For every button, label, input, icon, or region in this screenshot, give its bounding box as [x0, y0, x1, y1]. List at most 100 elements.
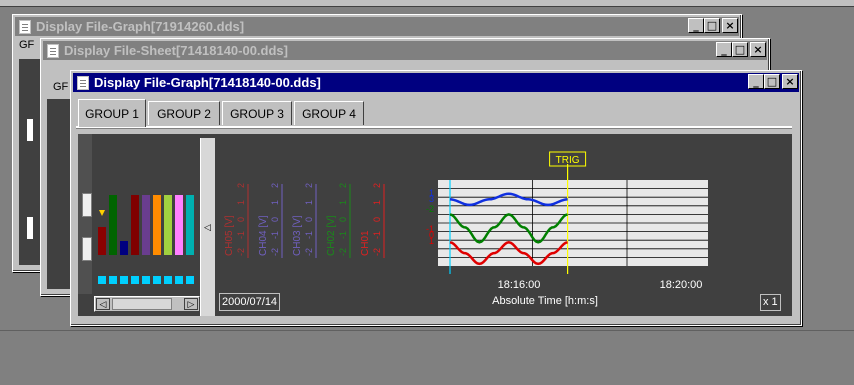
meter-bar [153, 195, 161, 255]
meter-indicator [175, 276, 183, 284]
channel-tick: 0 [236, 217, 246, 222]
window-back-scroll-handle[interactable] [27, 217, 33, 239]
window-middle-title: Display File-Sheet[71418140-00.dds] [64, 43, 288, 58]
channel-tick: 1 [338, 200, 348, 205]
window-back-tab[interactable]: GF [19, 39, 34, 51]
meter-bar [186, 195, 194, 255]
channel-tick: 1 [270, 200, 280, 205]
meter-bar [175, 195, 183, 255]
meter-indicator [164, 276, 172, 284]
splitter-arrow-icon: ◁ [204, 222, 211, 232]
channel-scale: CH01 -2 -1 0 1 2 [360, 183, 385, 258]
channel-tick: 0 [372, 217, 382, 222]
window-front-controls: _ □ × [748, 74, 798, 89]
channel-tick: -2 [304, 248, 314, 256]
scroll-handle[interactable] [82, 193, 92, 217]
channel-scale: CH05 [V] -2 -1 0 1 2 [224, 183, 249, 258]
window-back-controls: _ □ × [688, 18, 738, 33]
window-back-scroll-handle[interactable] [27, 119, 33, 141]
tab-group-3[interactable]: GROUP 3 [222, 101, 292, 125]
desktop-top [0, 0, 854, 7]
close-button[interactable]: × [750, 42, 766, 57]
trend-chart: TRIG13-2-10118:16:00 18:20:00 [426, 151, 708, 291]
window-back-title: Display File-Graph[71914260.dds] [36, 19, 245, 34]
meter-indicator [131, 276, 139, 284]
maximize-button[interactable]: □ [732, 42, 748, 57]
window-middle-tab[interactable]: GF [53, 81, 68, 93]
maximize-button[interactable]: □ [704, 18, 720, 33]
channel-tick: -2 [372, 248, 382, 256]
channel-tick: -1 [338, 231, 348, 239]
left-scale-label: 3 [429, 194, 434, 204]
x-axis-label: Absolute Time [h:m:s] [492, 295, 598, 307]
channel-tick: -2 [338, 248, 348, 256]
meter-indicator [98, 276, 106, 284]
channel-tick: 1 [304, 200, 314, 205]
x-tick-label: 18:16:00 [498, 279, 541, 291]
meter-bar [109, 195, 117, 255]
maximize-button[interactable]: □ [764, 74, 780, 89]
date-label: 2000/07/14 [219, 293, 281, 311]
document-icon [19, 19, 31, 34]
meter-indicator [109, 276, 117, 284]
window-front-titlebar[interactable]: Display File-Graph[71418140-00.dds] [73, 73, 799, 92]
channel-tick: -2 [236, 248, 246, 256]
channel-tick: 0 [304, 217, 314, 222]
marker-icon [99, 210, 105, 216]
document-icon [77, 75, 89, 90]
trigger-label: TRIG [556, 155, 580, 166]
channel-name: CH03 [V] [292, 215, 303, 256]
channel-scale: CH04 [V] -2 -1 0 1 2 [258, 183, 283, 258]
tab-group-4[interactable]: GROUP 4 [294, 101, 364, 125]
scale-label: x 1 [760, 294, 781, 311]
tab-group-1[interactable]: GROUP 1 [78, 99, 146, 127]
meter-bar [120, 241, 128, 255]
channel-tick: -2 [270, 248, 280, 256]
channel-tick: -1 [270, 231, 280, 239]
minimize-button[interactable]: _ [748, 74, 764, 89]
channel-scales: CH05 [V] -2-1012CH04 [V] -2-1012CH03 [V] -2… [224, 183, 385, 258]
channel-name: CH02 [V] [326, 215, 337, 256]
document-icon [47, 43, 59, 58]
channel-tick: 1 [372, 200, 382, 205]
channel-name: CH01 [360, 230, 371, 256]
channel-name: CH04 [V] [258, 215, 269, 256]
scroll-handle[interactable] [82, 237, 92, 261]
minimize-button[interactable]: _ [716, 42, 732, 57]
window-middle-controls: _ □ × [716, 42, 766, 57]
meter-bar [164, 195, 172, 255]
left-scale-label: -2 [426, 204, 434, 214]
channel-tick: 1 [236, 200, 246, 205]
meter-bar [131, 195, 139, 255]
meter-bar [142, 195, 150, 255]
meter-indicator [153, 276, 161, 284]
channel-scale: CH02 [V] -2 -1 0 1 2 [326, 183, 351, 258]
channel-tick: 0 [338, 217, 348, 222]
tab-group-2[interactable]: GROUP 2 [148, 101, 220, 125]
meter-bar [98, 227, 106, 255]
window-middle-titlebar[interactable]: Display File-Sheet[71418140-00.dds] [43, 41, 767, 60]
channel-tick: 2 [270, 183, 280, 188]
channel-tick: -1 [236, 231, 246, 239]
minimize-button[interactable]: _ [688, 18, 704, 33]
channel-tick: -1 [304, 231, 314, 239]
close-button[interactable]: × [722, 18, 738, 33]
window-front-title: Display File-Graph[71418140-00.dds] [94, 75, 321, 90]
channel-tick: 2 [338, 183, 348, 188]
channel-tick: -1 [372, 231, 382, 239]
scroll-thumb[interactable] [112, 298, 172, 310]
window-back-titlebar[interactable]: Display File-Graph[71914260.dds] [15, 17, 739, 36]
meter-indicator [186, 276, 194, 284]
bar-meter [98, 195, 194, 284]
scroll-left-button[interactable]: ◁ [96, 298, 110, 310]
x-tick-label: 18:20:00 [660, 279, 703, 291]
scroll-right-button[interactable]: ▷ [184, 298, 198, 310]
desktop-bottom [0, 330, 854, 331]
window-middle-scroll-left[interactable] [11, 275, 25, 289]
close-button[interactable]: × [782, 74, 798, 89]
channel-tick: 2 [236, 183, 246, 188]
meter-indicator [120, 276, 128, 284]
channel-name: CH05 [V] [224, 215, 235, 256]
channel-tick: 2 [372, 183, 382, 188]
channel-tick: 0 [270, 217, 280, 222]
